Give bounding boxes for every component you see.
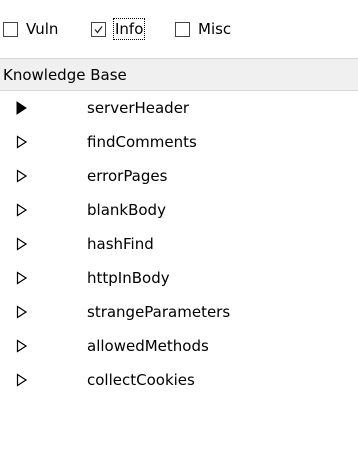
tree-item-label: httpInBody (87, 269, 170, 287)
vuln-label[interactable]: Vuln (26, 19, 58, 39)
outline-triangle-icon[interactable] (16, 271, 28, 285)
tree-item-label: findComments (87, 133, 197, 151)
outline-triangle-icon[interactable] (16, 339, 28, 353)
tree-item-hashfind[interactable]: hashFind (0, 227, 358, 261)
tree-item-label: strangeParameters (87, 303, 231, 321)
filled-triangle-icon[interactable] (16, 101, 28, 115)
outline-triangle-icon[interactable] (16, 135, 28, 149)
filter-vuln[interactable]: Vuln (3, 19, 58, 39)
tree-item-label: hashFind (87, 235, 154, 253)
outline-triangle-icon[interactable] (16, 237, 28, 251)
tree-item-label: collectCookies (87, 371, 195, 389)
knowledge-base-header[interactable]: Knowledge Base (0, 58, 358, 91)
tree-item-collectcookies[interactable]: collectCookies (0, 363, 358, 397)
tree-item-httpinbody[interactable]: httpInBody (0, 261, 358, 295)
outline-triangle-icon[interactable] (16, 305, 28, 319)
tree-item-label: errorPages (87, 167, 168, 185)
info-checkbox[interactable] (91, 21, 106, 37)
tree-item-label: allowedMethods (87, 337, 209, 355)
outline-triangle-icon[interactable] (16, 169, 28, 183)
check-icon (94, 25, 103, 34)
tree-item-label: blankBody (87, 201, 166, 219)
tree-item-blankbody[interactable]: blankBody (0, 193, 358, 227)
outline-triangle-icon[interactable] (16, 203, 28, 217)
tree-item-errorpages[interactable]: errorPages (0, 159, 358, 193)
filter-info[interactable]: Info (91, 18, 146, 40)
tree-item-label: serverHeader (87, 99, 190, 117)
misc-checkbox[interactable] (175, 21, 190, 37)
misc-label[interactable]: Misc (198, 19, 231, 39)
tree-item-strangeparameters[interactable]: strangeParameters (0, 295, 358, 329)
tree-item-serverheader[interactable]: serverHeader (0, 91, 358, 125)
knowledge-base-tree[interactable]: serverHeader findComments errorPages bla… (0, 91, 358, 474)
knowledge-base-title: Knowledge Base (3, 65, 127, 84)
info-label[interactable]: Info (112, 18, 146, 40)
filter-misc[interactable]: Misc (175, 19, 231, 39)
tree-item-allowedmethods[interactable]: allowedMethods (0, 329, 358, 363)
outline-triangle-icon[interactable] (16, 373, 28, 387)
vuln-checkbox[interactable] (3, 21, 18, 37)
filter-bar: Vuln Info Misc (0, 0, 358, 58)
tree-item-findcomments[interactable]: findComments (0, 125, 358, 159)
